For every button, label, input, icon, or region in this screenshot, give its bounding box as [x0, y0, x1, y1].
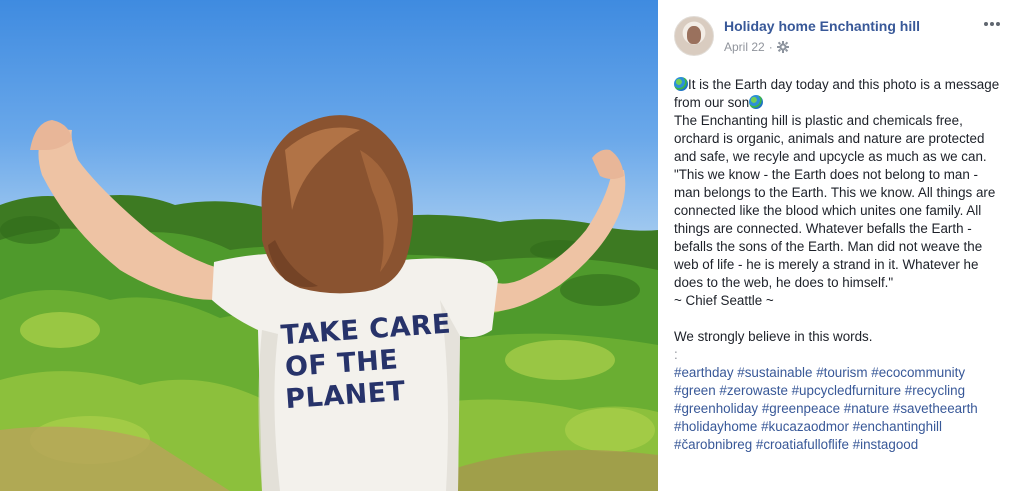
body-line-1: It is the Earth day today and this photo… [674, 77, 1000, 110]
hashtag-line[interactable]: #earthday #sustainable #tourism #ecocomm… [674, 364, 1006, 382]
hashtag-line[interactable]: #greenholiday #greenpeace #nature #savet… [674, 400, 1006, 418]
shirt-print: TAKE CARE OF THE PLANET [280, 308, 466, 416]
page-name-link[interactable]: Holiday home Enchanting hill [724, 18, 920, 34]
post-panel: Holiday home Enchanting hill April 22 · [658, 0, 1018, 491]
meta-separator: · [768, 40, 773, 54]
body-line-2: The Enchanting hill is plastic and chemi… [674, 113, 987, 164]
globe-icon [674, 77, 688, 91]
more-options-icon[interactable] [980, 14, 1004, 34]
hashtag-line[interactable]: #čarobnibreg #croatiafulloflife #instago… [674, 436, 1006, 454]
post-photo[interactable]: TAKE CARE OF THE PLANET [0, 0, 658, 491]
post-meta: April 22 · [724, 40, 789, 54]
hashtag-block: #earthday #sustainable #tourism #ecocomm… [674, 364, 1006, 454]
body-attribution: ~ Chief Seattle ~ [674, 293, 774, 308]
body-paragraph-1: It is the Earth day today and this photo… [674, 76, 1006, 112]
gear-icon[interactable] [776, 41, 789, 53]
avatar[interactable] [674, 16, 714, 56]
body-colon: : [674, 347, 678, 362]
body-belief: We strongly believe in this words. [674, 329, 873, 344]
hashtag-line[interactable]: #green #zerowaste #upcycledfurniture #re… [674, 382, 1006, 400]
hashtag-line[interactable]: #holidayhome #kucazaodmor #enchantinghil… [674, 418, 1006, 436]
post-body: It is the Earth day today and this photo… [674, 76, 1006, 454]
globe-icon [749, 95, 764, 109]
body-quote: "This we know - the Earth does not belon… [674, 167, 996, 290]
photo-scene [0, 115, 658, 491]
post-date[interactable]: April 22 [724, 40, 765, 54]
